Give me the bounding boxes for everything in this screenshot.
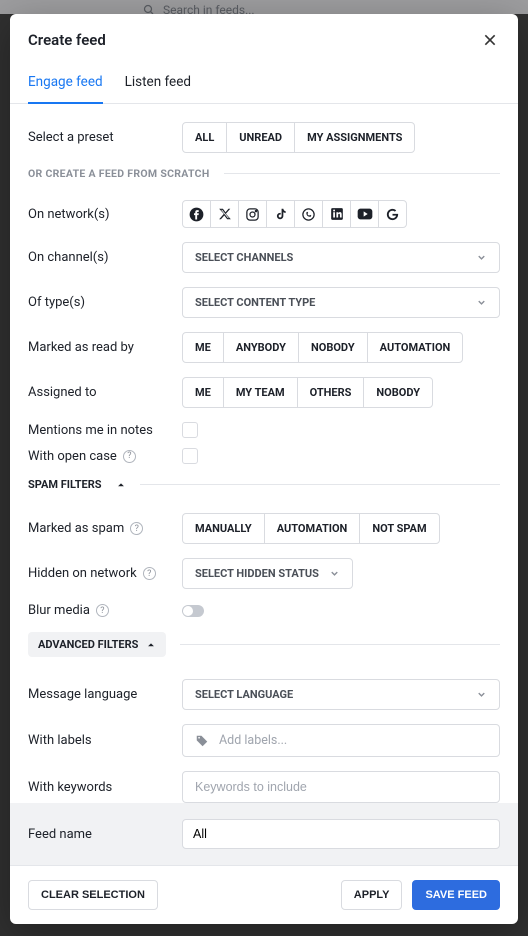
- network-instagram[interactable]: [238, 200, 267, 228]
- assigned-nobody[interactable]: NOBODY: [364, 378, 432, 407]
- preset-unread[interactable]: UNREAD: [227, 123, 295, 152]
- advanced-filters-toggle[interactable]: ADVANCED FILTERS: [28, 632, 166, 657]
- spam-filters-toggle[interactable]: SPAM FILTERS: [28, 478, 500, 491]
- types-select[interactable]: SELECT CONTENT TYPE: [182, 287, 500, 318]
- blur-label: Blur media ?: [28, 603, 182, 618]
- spam-label: Marked as spam ?: [28, 521, 182, 536]
- language-label: Message language: [28, 687, 182, 702]
- preset-label: Select a preset: [28, 130, 182, 145]
- spam-automation[interactable]: AUTOMATION: [265, 514, 361, 543]
- chevron-down-icon: [476, 297, 487, 308]
- assigned-label: Assigned to: [28, 385, 182, 400]
- feed-name-label: Feed name: [28, 827, 182, 842]
- read-by-label: Marked as read by: [28, 340, 182, 355]
- help-icon[interactable]: ?: [96, 604, 109, 617]
- network-google[interactable]: [378, 200, 407, 228]
- assigned-me[interactable]: ME: [183, 378, 224, 407]
- open-case-checkbox[interactable]: [182, 448, 198, 464]
- with-kw-label: With keywords: [28, 780, 182, 795]
- chevron-down-icon: [476, 689, 487, 700]
- channels-select[interactable]: SELECT CHANNELS: [182, 242, 500, 273]
- read-by-anybody[interactable]: ANYBODY: [224, 333, 299, 362]
- google-icon: [385, 207, 400, 222]
- x-icon: [218, 207, 232, 221]
- create-feed-modal: Create feed Engage feed Listen feed Sele…: [10, 14, 518, 924]
- preset-group: ALL UNREAD MY ASSIGNMENTS: [182, 122, 415, 153]
- labels-label: With labels: [28, 733, 182, 748]
- apply-button[interactable]: APPLY: [341, 880, 403, 910]
- mentions-checkbox[interactable]: [182, 422, 198, 438]
- feed-name-input[interactable]: [182, 819, 500, 849]
- assigned-others[interactable]: OTHERS: [298, 378, 365, 407]
- modal-title: Create feed: [28, 31, 106, 49]
- chevron-down-icon: [329, 568, 340, 579]
- help-icon[interactable]: ?: [130, 522, 143, 535]
- hidden-select[interactable]: SELECT HIDDEN STATUS: [182, 558, 353, 589]
- network-linkedin[interactable]: [322, 200, 351, 228]
- channels-label: On channel(s): [28, 250, 182, 265]
- whatsapp-icon: [301, 207, 316, 222]
- chevron-down-icon: [476, 252, 487, 263]
- network-whatsapp[interactable]: [294, 200, 323, 228]
- preset-all[interactable]: ALL: [183, 123, 227, 152]
- labels-input[interactable]: Add labels...: [182, 724, 500, 757]
- help-icon[interactable]: ?: [143, 567, 156, 580]
- instagram-icon: [245, 207, 260, 222]
- network-tiktok[interactable]: [266, 200, 295, 228]
- caret-up-icon: [116, 480, 126, 490]
- mentions-label: Mentions me in notes: [28, 423, 182, 438]
- blur-toggle[interactable]: [182, 605, 204, 617]
- types-label: Of type(s): [28, 295, 182, 310]
- tab-engage-feed[interactable]: Engage feed: [28, 64, 103, 104]
- clear-selection-button[interactable]: CLEAR SELECTION: [28, 880, 158, 910]
- youtube-icon: [357, 208, 373, 220]
- tiktok-icon: [274, 207, 288, 221]
- feed-name-row: Feed name: [10, 803, 518, 865]
- tabs: Engage feed Listen feed: [10, 64, 518, 104]
- hidden-label: Hidden on network ?: [28, 566, 182, 581]
- tag-icon: [195, 734, 209, 748]
- caret-up-icon: [146, 640, 156, 650]
- save-feed-button[interactable]: SAVE FEED: [412, 880, 500, 910]
- spam-not-spam[interactable]: NOT SPAM: [360, 514, 438, 543]
- open-case-label: With open case ?: [28, 449, 182, 464]
- network-facebook[interactable]: [182, 200, 211, 228]
- read-by-automation[interactable]: AUTOMATION: [368, 333, 463, 362]
- with-keywords-input[interactable]: [182, 771, 500, 803]
- read-by-me[interactable]: ME: [183, 333, 224, 362]
- networks-label: On network(s): [28, 207, 182, 222]
- close-icon: [482, 32, 498, 48]
- linkedin-icon: [330, 207, 344, 221]
- language-select[interactable]: SELECT LANGUAGE: [182, 679, 500, 710]
- preset-my-assignments[interactable]: MY ASSIGNMENTS: [295, 123, 414, 152]
- facebook-icon: [189, 207, 204, 222]
- help-icon[interactable]: ?: [123, 450, 136, 463]
- tab-listen-feed[interactable]: Listen feed: [125, 64, 191, 104]
- network-youtube[interactable]: [350, 200, 379, 228]
- network-x[interactable]: [210, 200, 239, 228]
- read-by-nobody[interactable]: NOBODY: [299, 333, 368, 362]
- spam-manually[interactable]: MANUALLY: [183, 514, 265, 543]
- close-button[interactable]: [480, 30, 500, 50]
- scratch-subheader: OR CREATE A FEED FROM SCRATCH: [28, 167, 500, 180]
- assigned-team[interactable]: MY TEAM: [224, 378, 298, 407]
